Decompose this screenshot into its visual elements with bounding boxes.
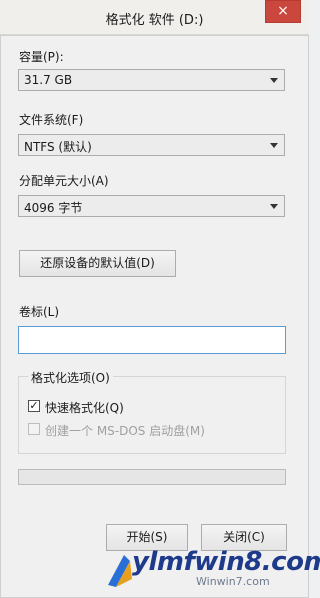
window-title: 格式化 软件 (D:): [105, 13, 204, 28]
chevron-down-icon: [270, 78, 278, 83]
restore-defaults-button[interactable]: 还原设备的默认值(D): [19, 250, 176, 277]
chevron-down-icon: [270, 143, 278, 148]
filesystem-value: NTFS (默认): [24, 140, 92, 154]
allocation-select[interactable]: 4096 字节: [18, 195, 285, 217]
msdos-label: 创建一个 MS-DOS 启动盘(M): [45, 424, 205, 438]
watermark-text: ylmfwin8.com: [132, 547, 320, 577]
format-progress-bar: [18, 469, 286, 485]
volume-label-input[interactable]: [18, 326, 286, 354]
volume-label: 卷标(L): [19, 305, 60, 319]
format-dialog: 容量(P): 31.7 GB 文件系统(F) NTFS (默认) 分配单元大小(…: [0, 35, 309, 598]
watermark-logo: ylmfwin8.com Winwin7.com: [104, 545, 320, 595]
capacity-label: 容量(P):: [19, 50, 64, 64]
allocation-label: 分配单元大小(A): [19, 174, 109, 188]
logo-mark-icon: [108, 555, 132, 587]
quick-format-label: 快速格式化(Q): [45, 401, 124, 415]
chevron-down-icon: [270, 204, 278, 209]
close-window-button[interactable]: ×: [265, 0, 301, 23]
quick-format-checkbox[interactable]: ✓: [28, 400, 40, 412]
msdos-checkbox: [28, 423, 40, 435]
capacity-value: 31.7 GB: [24, 73, 73, 87]
close-icon: ×: [277, 3, 289, 19]
filesystem-label: 文件系统(F): [19, 113, 84, 127]
format-options-legend: 格式化选项(O): [28, 369, 113, 386]
filesystem-select[interactable]: NTFS (默认): [18, 134, 285, 156]
allocation-value: 4096 字节: [24, 201, 83, 215]
capacity-select[interactable]: 31.7 GB: [18, 69, 285, 91]
title-bar[interactable]: 格式化 软件 (D:) ×: [0, 0, 309, 35]
watermark-subtext: Winwin7.com: [196, 575, 270, 588]
